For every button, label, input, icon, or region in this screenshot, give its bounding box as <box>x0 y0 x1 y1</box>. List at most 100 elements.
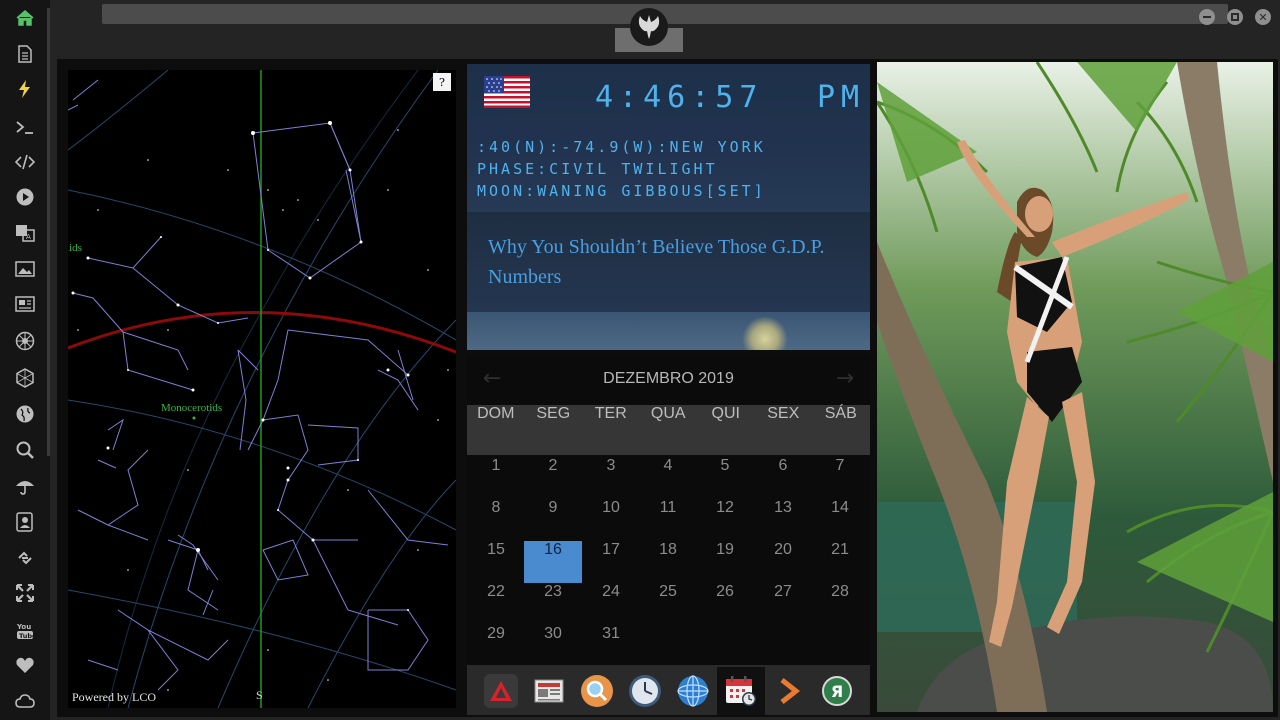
calendar-day[interactable]: 22 <box>467 583 525 625</box>
sidebar: A You Tube <box>0 0 50 720</box>
app-launcher-icon[interactable] <box>481 671 521 711</box>
globe-icon[interactable] <box>12 401 38 427</box>
translate-icon[interactable]: A <box>12 220 38 246</box>
link-icon[interactable] <box>12 545 38 571</box>
terminal-icon[interactable] <box>12 114 38 140</box>
umbrella-icon[interactable] <box>12 473 38 499</box>
calendar-day[interactable]: 26 <box>696 583 754 625</box>
compass-south-label: S <box>256 688 263 702</box>
calendar-day[interactable]: 18 <box>639 541 697 583</box>
play-icon[interactable] <box>12 184 38 210</box>
meteor-shower-label: Monocerotids <box>161 402 223 414</box>
weekday-label: TER <box>594 405 627 422</box>
calendar-day[interactable]: 30 <box>524 625 582 667</box>
weekday-label: SÁB <box>824 405 857 422</box>
weekday-label: SEG <box>536 405 571 422</box>
calendar-day[interactable]: 8 <box>467 499 525 541</box>
clock-icon[interactable] <box>625 671 665 711</box>
calendar-month-title: DEZEMBRO 2019 <box>603 370 734 387</box>
calendar-day[interactable]: 15 <box>467 541 525 583</box>
calendar-day[interactable]: 7 <box>811 457 869 499</box>
hexagon-icon[interactable] <box>12 365 38 391</box>
home-icon[interactable] <box>12 5 38 31</box>
code-icon[interactable] <box>12 149 38 175</box>
maximize-icon[interactable] <box>1227 9 1243 25</box>
calendar-day[interactable]: 6 <box>754 457 812 499</box>
magnifier-icon[interactable] <box>577 671 617 711</box>
calendar-header: ← DEZEMBRO 2019 → <box>467 355 870 405</box>
calendar-day[interactable]: 28 <box>811 583 869 625</box>
calendar-day-today[interactable]: 16 <box>524 541 582 583</box>
lightning-icon[interactable] <box>12 76 38 102</box>
newspaper-icon[interactable] <box>529 671 569 711</box>
contact-card-icon[interactable] <box>12 509 38 535</box>
sky-chart <box>68 70 456 708</box>
beach-photo-image <box>877 62 1273 712</box>
calendar-day[interactable]: 14 <box>811 499 869 541</box>
calendar-day[interactable]: 5 <box>696 457 754 499</box>
gear-icon[interactable] <box>12 328 38 354</box>
calendar-day[interactable]: 12 <box>696 499 754 541</box>
calendar-day[interactable]: 20 <box>754 541 812 583</box>
calendar-day[interactable]: 17 <box>582 541 640 583</box>
app-dock: Я <box>467 665 870 715</box>
calendar-day[interactable]: 11 <box>639 499 697 541</box>
calendar-day[interactable]: 27 <box>754 583 812 625</box>
weekday-label: SEX <box>767 405 800 422</box>
calendar-day[interactable]: 4 <box>639 457 697 499</box>
calendar-day[interactable]: 31 <box>582 625 640 667</box>
calendar-day[interactable]: 24 <box>582 583 640 625</box>
calendar-day[interactable]: 3 <box>582 457 640 499</box>
ya-icon[interactable]: Я <box>817 671 857 711</box>
youtube-icon[interactable]: You Tube <box>12 617 38 643</box>
calendar-day[interactable]: 9 <box>524 499 582 541</box>
us-flag-icon <box>484 76 530 108</box>
close-icon[interactable]: ✕ <box>1255 9 1271 25</box>
news-card[interactable]: Why You Shouldn’t Believe Those G.D.P. N… <box>467 212 870 312</box>
calendar-icon[interactable] <box>717 667 765 715</box>
desktop: A You Tube ✕ ids Monocerotids S Powered … <box>0 0 1280 720</box>
news-headline[interactable]: Why You Shouldn’t Believe Those G.D.P. N… <box>488 232 848 292</box>
heart-icon[interactable] <box>12 652 38 678</box>
clock-phase: PHASE:CIVIL TWILIGHT <box>477 160 718 178</box>
svg-text:Tube: Tube <box>19 632 35 640</box>
cloud-icon[interactable] <box>12 688 38 714</box>
calendar-day[interactable]: 19 <box>696 541 754 583</box>
document-icon[interactable] <box>12 41 38 67</box>
clock-location: :40(N):-74.9(W):NEW YORK <box>477 138 766 156</box>
help-button[interactable]: ? <box>433 73 451 91</box>
chevron-right-icon[interactable] <box>769 671 809 711</box>
globe-icon[interactable] <box>673 671 713 711</box>
calendar-day[interactable]: 23 <box>524 583 582 625</box>
search-icon[interactable] <box>12 437 38 463</box>
weekday-label: QUI <box>711 405 740 422</box>
calendar-day[interactable]: 10 <box>582 499 640 541</box>
calendar-day[interactable]: 2 <box>524 457 582 499</box>
clock-moon: MOON:WANING GIBBOUS[SET] <box>477 182 766 200</box>
clock-time: 4:46:57 <box>595 80 764 115</box>
ya-label: Я <box>822 676 852 706</box>
calendar-day[interactable]: 13 <box>754 499 812 541</box>
expand-icon[interactable] <box>12 580 38 606</box>
skymap-credit[interactable]: Powered by LCO <box>72 690 156 705</box>
sidebar-scrollbar[interactable] <box>47 8 50 456</box>
news-image[interactable] <box>467 312 870 350</box>
svg-text:A: A <box>26 233 31 241</box>
minimize-icon[interactable] <box>1199 9 1215 25</box>
calendar-day[interactable]: 25 <box>639 583 697 625</box>
clock-ampm: PM <box>817 80 866 115</box>
calendar-widget: ← DEZEMBRO 2019 → DOM SEG TER QUA QUI SE… <box>467 355 870 665</box>
clock-widget: 4:46:57 PM :40(N):-74.9(W):NEW YORK PHAS… <box>467 64 870 212</box>
weekday-label: DOM <box>477 405 515 422</box>
svg-text:You: You <box>16 623 31 631</box>
sky-map[interactable]: iids Monocerotids S Powered by LCO <box>68 70 456 708</box>
rebel-alliance-icon[interactable] <box>630 8 668 46</box>
calendar-next-button[interactable]: → <box>833 366 857 391</box>
wallpaper-photo[interactable] <box>877 62 1273 712</box>
image-icon[interactable] <box>12 256 38 282</box>
calendar-weekday-row: DOM SEG TER QUA QUI SEX SÁB <box>467 405 870 455</box>
calendar-day[interactable]: 29 <box>467 625 525 667</box>
calendar-day[interactable]: 21 <box>811 541 869 583</box>
calendar-day[interactable]: 1 <box>467 457 525 499</box>
newspaper-icon[interactable] <box>12 291 38 317</box>
